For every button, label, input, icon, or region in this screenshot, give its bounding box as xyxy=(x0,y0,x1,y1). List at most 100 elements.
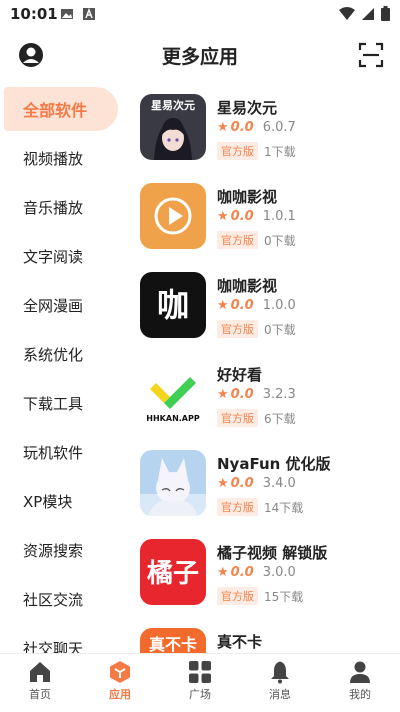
category-label: 全网漫画 xyxy=(23,296,84,315)
star-icon: ★ xyxy=(217,387,229,402)
play-icon xyxy=(140,183,206,249)
category-xp[interactable]: XP模块 xyxy=(0,479,118,523)
app-header: 更多应用 xyxy=(0,30,400,80)
signal-icon xyxy=(362,7,374,20)
tab-square[interactable]: 广场 xyxy=(170,660,230,702)
category-tweak[interactable]: 玩机软件 xyxy=(0,430,118,474)
app-name: 真不卡 xyxy=(217,633,263,651)
bottom-tab-bar: 首页 应用 广场 消息 我的 xyxy=(0,653,400,712)
category-community[interactable]: 社区交流 xyxy=(0,577,118,621)
app-name: 咖咖影视 xyxy=(217,277,278,295)
app-tags: 官方版 14下载 xyxy=(217,498,303,516)
category-all[interactable]: 全部软件 xyxy=(4,87,118,131)
app-meta: ★ 0.0 3.0.0 xyxy=(217,565,296,580)
category-label: 全部软件 xyxy=(23,101,88,120)
gallery-icon xyxy=(61,9,73,19)
app-version: 1.0.1 xyxy=(262,209,296,224)
category-music[interactable]: 音乐播放 xyxy=(0,185,118,229)
icon-text: 星易次元 xyxy=(151,98,195,112)
star-icon: ★ xyxy=(217,120,229,135)
app-rating: 0.0 xyxy=(230,476,254,491)
app-tags: 官方版 6下载 xyxy=(217,409,296,427)
person-icon xyxy=(350,661,370,683)
app-tags: 官方版 1下载 xyxy=(217,142,296,160)
app-version: 1.0.0 xyxy=(262,298,296,313)
star-icon: ★ xyxy=(217,298,229,313)
icon-text: 真不卡 xyxy=(149,635,197,653)
icon-text: HHKAN.APP xyxy=(146,414,200,423)
ka-logo-icon: 咖 xyxy=(140,272,206,338)
app-item[interactable]: 星易次元 星易次元 ★ 0.0 6.0.7 官方版 1下载 xyxy=(130,86,400,175)
category-label: 视频播放 xyxy=(23,149,84,168)
hhkan-logo-icon: HHKAN.APP xyxy=(140,361,206,427)
app-list: 星易次元 星易次元 ★ 0.0 6.0.7 官方版 1下载 咖咖影视 ★ 0.0 1.0.… xyxy=(130,86,400,653)
app-rating: 0.0 xyxy=(230,565,254,580)
tab-label: 广场 xyxy=(189,688,211,701)
icon-text: 橘子 xyxy=(147,559,199,589)
page-title: 更多应用 xyxy=(161,46,238,68)
tab-label: 首页 xyxy=(29,688,51,701)
category-comics[interactable]: 全网漫画 xyxy=(0,283,118,327)
category-reading[interactable]: 文字阅读 xyxy=(0,234,118,278)
app-version: 3.0.0 xyxy=(262,565,296,580)
app-name: 星易次元 xyxy=(217,99,278,117)
category-video[interactable]: 视频播放 xyxy=(0,136,118,180)
category-search[interactable]: 资源搜索 xyxy=(0,528,118,572)
app-meta: ★ 0.0 3.2.3 xyxy=(217,387,296,402)
category-label: 社区交流 xyxy=(23,590,84,609)
app-item[interactable]: 咖 咖咖影视 ★ 0.0 1.0.0 官方版 0下载 xyxy=(130,264,400,353)
font-icon xyxy=(83,7,95,20)
category-label: 资源搜索 xyxy=(23,541,84,560)
app-rating: 0.0 xyxy=(230,209,254,224)
app-item[interactable]: HHKAN.APP 好好看 ★ 0.0 3.2.3 官方版 6下载 xyxy=(130,353,400,442)
tab-apps[interactable]: 应用 xyxy=(90,660,150,702)
category-social[interactable]: 社交聊天 xyxy=(0,626,118,654)
download-count: 1下载 xyxy=(264,144,296,159)
app-meta: ★ 0.0 1.0.0 xyxy=(217,298,296,313)
app-tags: 官方版 15下载 xyxy=(217,587,303,605)
star-icon: ★ xyxy=(217,476,229,491)
category-system[interactable]: 系统优化 xyxy=(0,332,118,376)
scan-icon[interactable] xyxy=(358,42,384,68)
icon-text: 咖 xyxy=(157,286,189,324)
app-version: 3.2.3 xyxy=(262,387,296,402)
category-label: 社交聊天 xyxy=(23,639,84,654)
home-icon xyxy=(30,662,50,682)
app-item[interactable]: 咖咖影视 ★ 0.0 1.0.1 官方版 0下载 xyxy=(130,175,400,264)
battery-icon xyxy=(381,6,390,21)
app-name: 咖咖影视 xyxy=(217,188,278,206)
app-rating: 0.0 xyxy=(230,387,254,402)
app-item[interactable]: 真不卡 真不卡 xyxy=(130,620,400,653)
tab-label: 应用 xyxy=(109,688,131,701)
zhenbuka-logo-icon: 真不卡 xyxy=(140,628,206,653)
official-badge: 官方版 xyxy=(217,587,258,605)
tab-profile[interactable]: 我的 xyxy=(330,660,390,702)
fox-girl-icon xyxy=(140,450,206,516)
juzi-logo-icon: 橘子 xyxy=(140,539,206,605)
official-badge: 官方版 xyxy=(217,409,258,427)
app-item[interactable]: NyaFun 优化版 ★ 0.0 3.4.0 官方版 14下载 xyxy=(130,442,400,531)
tab-label: 消息 xyxy=(269,688,291,701)
app-name: 好好看 xyxy=(217,366,263,384)
status-time: 10:01 xyxy=(10,5,58,23)
wifi-icon xyxy=(339,6,355,20)
app-meta: ★ 0.0 1.0.1 xyxy=(217,209,296,224)
tab-messages[interactable]: 消息 xyxy=(250,660,310,702)
category-label: 下载工具 xyxy=(23,394,84,413)
app-version: 6.0.7 xyxy=(262,120,296,135)
app-tags: 官方版 0下载 xyxy=(217,231,296,249)
app-item[interactable]: 橘子 橘子视频 解锁版 ★ 0.0 3.0.0 官方版 15下载 xyxy=(130,531,400,620)
download-count: 6下载 xyxy=(264,411,296,426)
download-count: 14下载 xyxy=(264,500,304,515)
app-name: NyaFun 优化版 xyxy=(217,455,331,473)
status-bar: 10:01 xyxy=(0,0,400,30)
anime-girl-icon: 星易次元 xyxy=(140,94,206,160)
app-version: 3.4.0 xyxy=(262,476,296,491)
category-label: 玩机软件 xyxy=(23,443,84,462)
download-count: 0下载 xyxy=(264,322,296,337)
category-download[interactable]: 下载工具 xyxy=(0,381,118,425)
tab-label: 我的 xyxy=(349,688,371,701)
tab-home[interactable]: 首页 xyxy=(10,660,70,702)
category-label: 音乐播放 xyxy=(23,198,84,217)
official-badge: 官方版 xyxy=(217,320,258,338)
